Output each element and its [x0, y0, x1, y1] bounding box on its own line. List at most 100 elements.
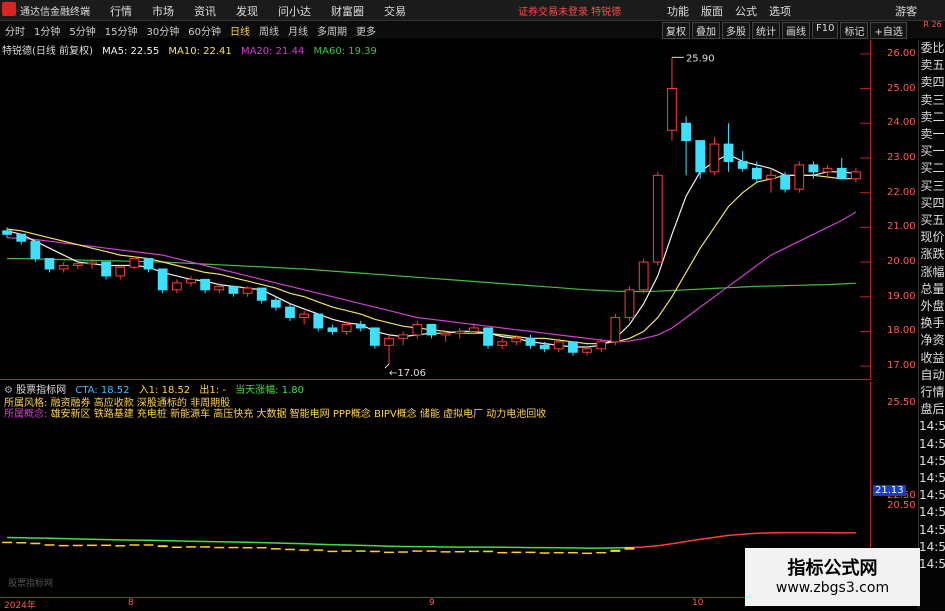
candle-body [723, 143, 734, 162]
menu-layout[interactable]: 版面 [701, 3, 723, 19]
site-url: www.zbgs3.com [775, 580, 890, 596]
indicator-bar [299, 549, 310, 551]
side-panel-item[interactable]: 委比 [919, 40, 945, 57]
panel-separator[interactable] [0, 379, 870, 380]
side-panel-item[interactable]: 卖五 [919, 57, 945, 74]
side-panel-item[interactable]: 盘后 [919, 401, 945, 418]
menu-function[interactable]: 功能 [667, 3, 689, 19]
price-tick: 22.00 [887, 186, 916, 198]
candle-body [327, 327, 338, 332]
period-tab[interactable]: 月线 [288, 23, 308, 38]
chart-tool-button[interactable]: 多股 [722, 22, 750, 39]
side-panel-item[interactable]: 14:5 [919, 436, 945, 453]
candle-body [681, 122, 691, 142]
indicator-bar [412, 550, 423, 552]
guest-user[interactable]: 游客 [895, 3, 917, 19]
chart-tool-button[interactable]: 统计 [752, 22, 780, 39]
candle-body [299, 313, 310, 319]
period-tab[interactable]: 多周期 [317, 23, 347, 38]
side-panel-item[interactable]: 买四 [919, 195, 945, 212]
period-tabs: 分时 1分钟 5分钟 15分钟 30分钟 60分钟 日线 周线 月线 多周期 更多 [5, 23, 385, 38]
indicator-chart[interactable] [0, 447, 870, 597]
side-panel-item[interactable]: 14:5 [919, 453, 945, 470]
candle-body [398, 334, 409, 339]
period-tab[interactable]: 1分钟 [34, 23, 60, 38]
candle-body [822, 167, 833, 173]
side-panel-item[interactable]: 卖一 [919, 126, 945, 143]
side-panel-item[interactable]: 现价 [919, 229, 945, 246]
menu-formula[interactable]: 公式 [735, 3, 757, 19]
period-tab[interactable]: 60分钟 [188, 23, 221, 38]
indicator-bar [313, 549, 324, 551]
chart-tool-button[interactable]: 叠加 [692, 22, 720, 39]
candle-body [667, 88, 677, 131]
side-panel-item[interactable]: 卖四 [919, 74, 945, 91]
side-panel-item[interactable]: 涨跌 [919, 246, 945, 263]
side-panel-item[interactable]: 14:5 [919, 539, 945, 556]
indicator-bar [115, 545, 126, 547]
side-panel-item[interactable]: 自动 [919, 367, 945, 384]
indicator-bar [171, 546, 182, 548]
menu-discover[interactable]: 发现 [236, 3, 258, 19]
candle-body [72, 263, 83, 267]
side-panel-item[interactable]: 外盘 [919, 298, 945, 315]
side-panel-item[interactable]: 买五 [919, 212, 945, 229]
side-panel-item[interactable]: 净资 [919, 332, 945, 349]
side-panel-item[interactable]: 14:5 [919, 504, 945, 521]
chart-tool-button[interactable]: F10 [812, 22, 839, 39]
side-panel-item[interactable]: 行情 [919, 384, 945, 401]
chart-tool-button[interactable]: 复权 [662, 22, 690, 39]
chart-tool-button[interactable]: +自选 [870, 22, 907, 39]
side-panel-item[interactable]: 总量 [919, 281, 945, 298]
side-panel-item[interactable]: 涨幅 [919, 264, 945, 281]
side-panel-item[interactable]: 14:5 [919, 556, 945, 573]
period-tab[interactable]: 5分钟 [69, 23, 95, 38]
indicator-bar [426, 550, 437, 552]
menu-ask[interactable]: 问小达 [278, 3, 311, 19]
period-tab[interactable]: 分时 [5, 23, 25, 38]
menu-trade[interactable]: 交易 [384, 3, 406, 19]
indicator-line-up [629, 531, 856, 549]
indicator-bar [327, 550, 338, 553]
menu-quotes[interactable]: 行情 [110, 3, 132, 19]
candle-body [624, 289, 635, 319]
side-panel-item[interactable]: 14:5 [919, 470, 945, 487]
menu-news[interactable]: 资讯 [194, 3, 216, 19]
menu-wealth[interactable]: 财富圈 [331, 3, 364, 19]
candle-body [44, 258, 55, 270]
period-tab[interactable]: 日线 [230, 23, 250, 38]
side-panel-item[interactable]: 14:5 [919, 522, 945, 539]
site-name: 指标公式网 [787, 558, 878, 579]
side-panel-item[interactable]: 14:5 [919, 418, 945, 435]
menu-options[interactable]: 选项 [769, 3, 791, 19]
indicator-bar [511, 551, 522, 554]
period-tab[interactable]: 更多 [356, 23, 376, 38]
side-panel-item[interactable]: 换手 [919, 315, 945, 332]
side-panel-item[interactable]: 买三 [919, 178, 945, 195]
candle-body [808, 164, 819, 173]
side-panel-item[interactable]: 收益 [919, 350, 945, 367]
candlestick-chart[interactable]: 25.90 ←17.06 [0, 40, 870, 380]
side-panel-item[interactable]: 买二 [919, 160, 945, 177]
candle-body [412, 323, 423, 336]
indicator-bar [582, 552, 593, 555]
price-tick: 19.00 [887, 290, 916, 302]
candle-body [539, 344, 550, 350]
candle-body [384, 337, 394, 346]
menu-market[interactable]: 市场 [152, 3, 174, 19]
side-panel-item[interactable]: 14:5 [919, 487, 945, 504]
candle-body [186, 278, 196, 284]
ind-tick: 20.50 [887, 500, 916, 511]
side-panel-item[interactable]: 卖二 [919, 109, 945, 126]
period-tab[interactable]: 30分钟 [146, 23, 179, 38]
period-tab[interactable]: 15分钟 [105, 23, 138, 38]
indicator-bar [539, 552, 550, 554]
period-tab[interactable]: 周线 [259, 23, 279, 38]
chart-tool-button[interactable]: 画线 [782, 22, 810, 39]
side-panel-item[interactable]: 卖三 [919, 92, 945, 109]
side-panel-item[interactable]: 买一 [919, 143, 945, 160]
indicator-gear-icon[interactable]: ⚙ [4, 385, 16, 396]
indicator-source: 股票指标网 [16, 385, 67, 396]
login-warning[interactable]: 证券交易未登录 特锐德 [518, 3, 621, 18]
chart-tool-button[interactable]: 标记 [840, 22, 869, 39]
